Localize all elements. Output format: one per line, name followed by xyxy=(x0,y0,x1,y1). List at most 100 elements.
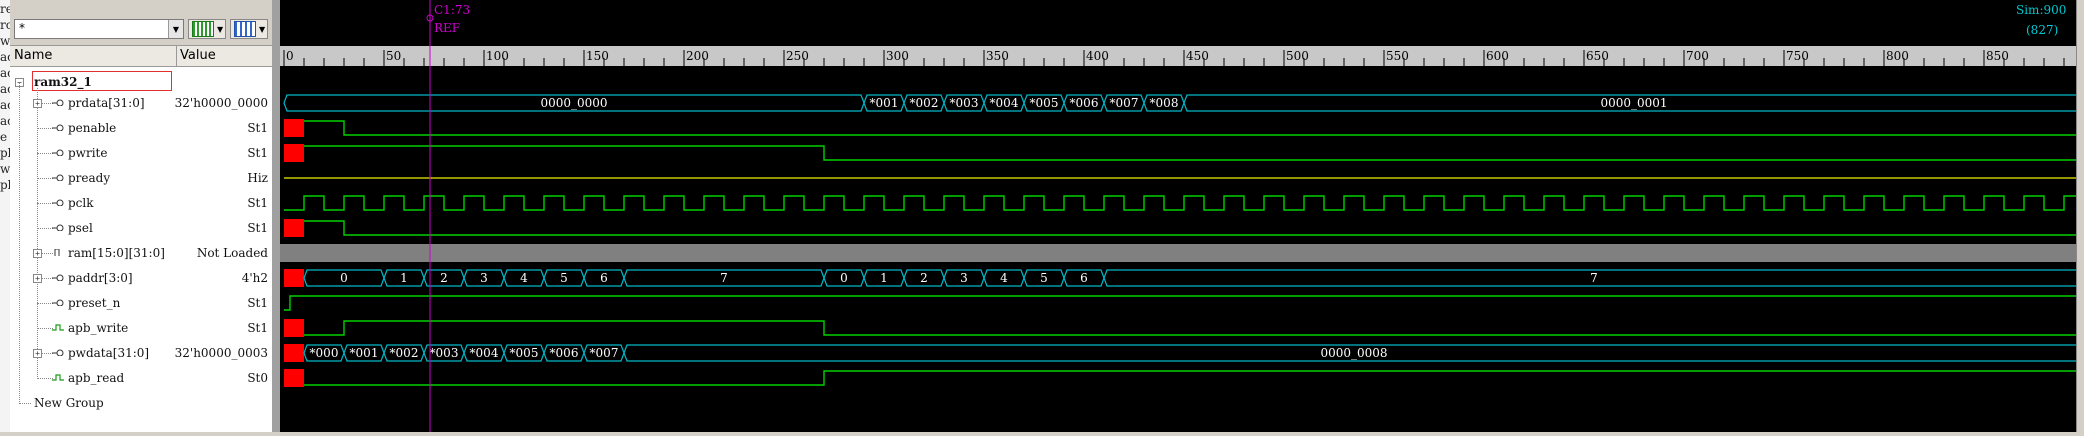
bus-value-label: 3 xyxy=(960,271,968,285)
chevron-down-icon: ▼ xyxy=(217,24,224,34)
bus-value-label: 2 xyxy=(920,271,928,285)
bus-value-label: *005 xyxy=(510,346,539,360)
cursor-label: C1:73 xyxy=(434,3,470,17)
waveform-canvas[interactable]: 0 50 100 150 200 250 300 350 400 450 500 550 600 650 7… xyxy=(280,0,2084,432)
signal-row[interactable]: + ram[15:0][31:0] Not Loaded xyxy=(10,241,272,266)
port-icon xyxy=(54,249,60,256)
bus-value-label: *004 xyxy=(990,96,1019,110)
port-icon xyxy=(52,99,64,106)
panel-splitter[interactable] xyxy=(272,0,280,432)
signal-name: apb_read xyxy=(68,371,125,385)
ruler-tick-label: 150 xyxy=(586,49,609,63)
bus-value-label: *008 xyxy=(1150,96,1179,110)
bus-value-label: 3 xyxy=(480,271,488,285)
column-header: Name Value xyxy=(10,46,272,67)
signal-name: prdata[31:0] xyxy=(68,96,145,110)
signal-value: St1 xyxy=(247,321,268,335)
signal-value: Not Loaded xyxy=(196,246,268,260)
bus-value-label: *006 xyxy=(1070,96,1099,110)
signal-row[interactable]: psel St1 xyxy=(10,216,272,241)
port-icon xyxy=(52,274,64,281)
signal-row[interactable]: pclk St1 xyxy=(10,191,272,216)
signal-filter-combo[interactable]: * ▼ xyxy=(14,19,184,39)
name-column-header[interactable]: Name xyxy=(14,48,52,63)
ruler-tick-label: 500 xyxy=(1286,49,1309,63)
ruler-tick-label: 600 xyxy=(1486,49,1509,63)
signal-row[interactable]: preset_n St1 xyxy=(10,291,272,316)
bus-value-label: 5 xyxy=(560,271,568,285)
color-view-button[interactable]: ▼ xyxy=(230,19,268,39)
bus-value-label: 0 xyxy=(840,271,848,285)
cut-off-label: w xyxy=(0,162,11,176)
unknown-value-mark xyxy=(284,344,304,362)
unknown-value-mark xyxy=(284,119,304,137)
expand-icon[interactable]: + xyxy=(33,99,42,108)
cut-off-label: e xyxy=(0,130,8,144)
ruler-tick-label: 700 xyxy=(1686,49,1709,63)
not-loaded-band xyxy=(280,244,2076,262)
signal-name: apb_write xyxy=(68,321,129,335)
bus-value-label: 7 xyxy=(720,271,728,285)
unknown-value-mark xyxy=(284,319,304,337)
signal-row[interactable]: penable St1 xyxy=(10,116,272,141)
signal-name: pready xyxy=(68,171,111,185)
ruler-tick-label: 300 xyxy=(886,49,909,63)
ruler-tick-label: 850 xyxy=(1986,49,2009,63)
bus-value-label: 6 xyxy=(1080,271,1088,285)
tree-connector xyxy=(37,203,53,204)
tree-connector xyxy=(37,228,53,229)
signal-value: 32'h0000_0000 xyxy=(174,96,268,110)
column-divider[interactable] xyxy=(176,46,177,66)
signal-row[interactable]: pwrite St1 xyxy=(10,141,272,166)
signal-name: pwrite xyxy=(68,146,108,160)
bus-value-label: 4 xyxy=(1000,271,1008,285)
waveform-view[interactable]: 0 50 100 150 200 250 300 350 400 450 500 550 600 650 7… xyxy=(280,0,2084,432)
logic-trace xyxy=(284,295,2084,311)
vertical-scrollbar[interactable] xyxy=(2076,0,2084,432)
signal-value: St1 xyxy=(247,121,268,135)
chevron-down-icon[interactable]: ▼ xyxy=(168,20,183,38)
logic-trace xyxy=(304,370,2084,386)
signal-name: penable xyxy=(68,121,117,135)
unknown-value-mark xyxy=(284,219,304,237)
expand-icon[interactable]: + xyxy=(33,249,42,258)
bus-grid-icon xyxy=(192,21,214,37)
signal-value: St1 xyxy=(247,196,268,210)
view-range-label: (827) xyxy=(2026,23,2058,37)
sim-end-label: Sim:900 xyxy=(2016,3,2066,17)
bus-value-label: 2 xyxy=(440,271,448,285)
signal-row[interactable]: + pwdata[31:0] 32'h0000_0003 xyxy=(10,341,272,366)
signal-name: psel xyxy=(68,221,93,235)
port-icon xyxy=(52,199,64,206)
signal-row[interactable]: + paddr[3:0] 4'h2 xyxy=(10,266,272,291)
bus-value-label: 0000_0000 xyxy=(540,96,607,110)
signal-filter-value: * xyxy=(19,21,25,35)
signal-row[interactable]: apb_write St1 xyxy=(10,316,272,341)
signal-row[interactable]: apb_read St0 xyxy=(10,366,272,391)
bus-value-label: *004 xyxy=(470,346,499,360)
bus-value-label: *000 xyxy=(310,346,339,360)
bus-value-label: *002 xyxy=(910,96,939,110)
ruler-tick-label: 650 xyxy=(1586,49,1609,63)
logic-trace xyxy=(304,320,2084,336)
cut-off-label: w xyxy=(0,34,11,48)
expand-icon[interactable]: + xyxy=(33,349,42,358)
bus-value-label: *005 xyxy=(1030,96,1059,110)
bus-value-label: *003 xyxy=(950,96,979,110)
logic-trace xyxy=(284,195,2084,211)
new-group-row[interactable]: New Group xyxy=(10,391,272,416)
bus-value-label: 1 xyxy=(400,271,408,285)
new-group-label: New Group xyxy=(34,396,104,410)
signal-row[interactable]: pready Hiz xyxy=(10,166,272,191)
value-column-header[interactable]: Value xyxy=(180,48,216,63)
bus-value-label: *007 xyxy=(590,346,619,360)
wire-icon xyxy=(52,324,64,331)
bus-value-label: 1 xyxy=(880,271,888,285)
signal-name: preset_n xyxy=(68,296,121,310)
signal-row[interactable]: + prdata[31:0] 32'h0000_0000 xyxy=(10,91,272,116)
signal-name: pwdata[31:0] xyxy=(68,346,150,360)
bus-view-button[interactable]: ▼ xyxy=(188,19,226,39)
signal-value: 4'h2 xyxy=(241,271,268,285)
port-icon xyxy=(52,124,64,131)
expand-icon[interactable]: + xyxy=(33,274,42,283)
